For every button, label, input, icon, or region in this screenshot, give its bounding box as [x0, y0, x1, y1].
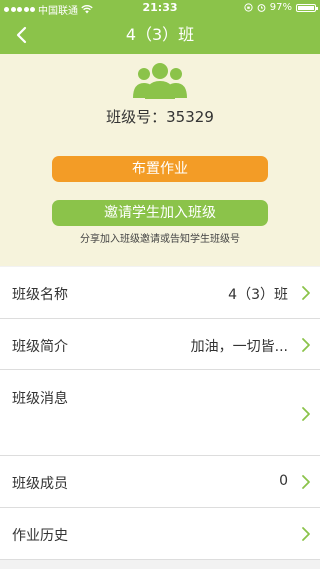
row-label: 班级名称 — [12, 287, 68, 303]
battery-fill — [298, 5, 314, 10]
alarm-icon — [257, 4, 266, 12]
row-label: 班级成员 — [12, 476, 68, 492]
invite-students-button[interactable]: 邀请学生加入班级 — [52, 200, 268, 226]
back-button[interactable] — [6, 20, 36, 50]
row-class-name[interactable]: 班级名称 4（3）班 — [0, 267, 320, 319]
orientation-lock-icon — [244, 3, 253, 12]
row-label: 班级消息 — [12, 391, 68, 407]
chevron-left-icon — [16, 26, 27, 44]
row-label: 班级简介 — [12, 339, 68, 355]
screen: 中国联通 21:33 97% 4（3）班 班级号：35329 布置作业 邀请学生… — [0, 0, 320, 569]
row-class-members[interactable]: 班级成员 0 — [0, 456, 320, 508]
battery-percent: 97% — [269, 2, 292, 13]
row-value: 0 — [279, 473, 288, 489]
status-right: 97% — [244, 2, 318, 13]
row-value: 4（3）班 — [228, 287, 288, 303]
row-value: 加油，一切皆... — [190, 339, 288, 355]
nav-bar: 4（3）班 — [0, 16, 320, 54]
class-number-label: 班级号： — [106, 108, 167, 126]
chevron-right-icon — [302, 475, 310, 489]
chevron-right-icon — [302, 527, 310, 541]
class-number: 班级号：35329 — [0, 106, 320, 127]
group-icon — [133, 63, 187, 99]
class-header-panel: 班级号：35329 布置作业 邀请学生加入班级 分享加入班级邀请或告知学生班级号 — [0, 54, 320, 266]
chevron-right-icon — [302, 338, 310, 352]
status-bar: 中国联通 21:33 97% — [0, 0, 320, 17]
battery-icon — [296, 3, 318, 12]
row-label: 作业历史 — [12, 528, 68, 544]
assign-homework-button[interactable]: 布置作业 — [52, 156, 268, 182]
page-title: 4（3）班 — [125, 25, 195, 44]
invite-hint: 分享加入班级邀请或告知学生班级号 — [80, 234, 240, 245]
row-homework-history[interactable]: 作业历史 — [0, 508, 320, 560]
chevron-right-icon — [302, 407, 310, 421]
class-number-value: 35329 — [166, 108, 214, 126]
chevron-right-icon — [302, 286, 310, 300]
row-class-intro[interactable]: 班级简介 加油，一切皆... — [0, 319, 320, 370]
row-class-messages[interactable]: 班级消息 — [0, 370, 320, 456]
class-info-list: 班级名称 4（3）班 班级简介 加油，一切皆... 班级消息 班级成员 0 作业… — [0, 267, 320, 560]
